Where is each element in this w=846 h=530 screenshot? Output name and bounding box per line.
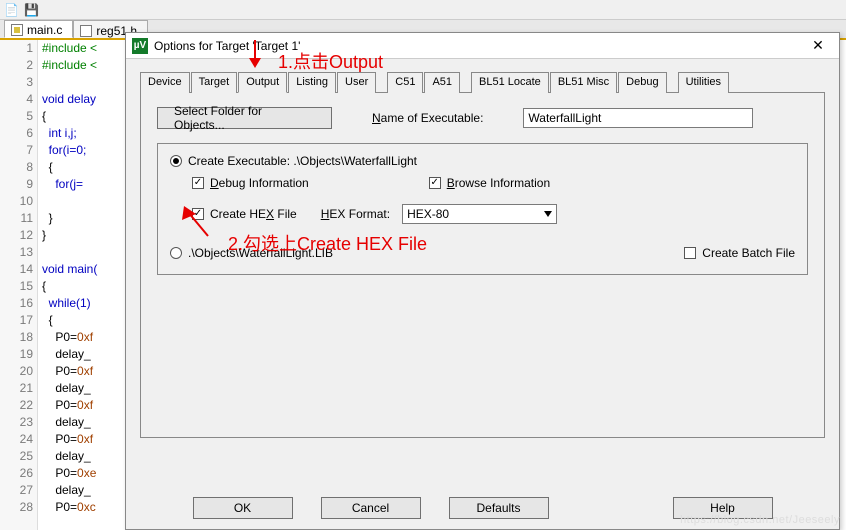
dialog-tab-bl51-misc[interactable]: BL51 Misc [550, 72, 617, 93]
file-tab-label: main.c [27, 23, 62, 37]
file-tab-main-c[interactable]: main.c [4, 20, 73, 38]
dialog-tab-target[interactable]: Target [191, 72, 238, 93]
debug-information-label: Debug Information [210, 176, 309, 190]
create-batch-file-checkbox[interactable] [684, 247, 696, 259]
dialog-tab-a51[interactable]: A51 [424, 72, 460, 93]
dialog-tab-c51[interactable]: C51 [387, 72, 423, 93]
dialog-tab-device[interactable]: Device [140, 72, 190, 93]
dialog-titlebar: µV Options for Target 'Target 1' ✕ [126, 33, 839, 59]
hex-format-value: HEX-80 [407, 207, 449, 221]
dialog-tab-utilities[interactable]: Utilities [678, 72, 729, 93]
chevron-down-icon [544, 211, 552, 217]
options-dialog: µV Options for Target 'Target 1' ✕ Devic… [125, 32, 840, 530]
create-executable-group: Create Executable: .\Objects\WaterfallLi… [157, 143, 808, 275]
keil-icon: µV [132, 38, 148, 54]
dialog-title-text: Options for Target 'Target 1' [154, 39, 300, 53]
hex-format-select[interactable]: HEX-80 [402, 204, 557, 224]
ok-button[interactable]: OK [193, 497, 293, 519]
dialog-tab-user[interactable]: User [337, 72, 376, 93]
line-number-gutter: 1234567891011121314151617181920212223242… [0, 40, 38, 530]
annotation-arrow-2 [178, 204, 212, 240]
create-batch-file-label: Create Batch File [702, 246, 795, 260]
dialog-tab-output[interactable]: Output [238, 72, 287, 93]
dialog-tab-listing[interactable]: Listing [288, 72, 336, 93]
c-file-icon [11, 24, 23, 36]
toolbar-icon[interactable]: 💾 [24, 3, 38, 17]
watermark: https://blog.csdn.net/Jeeseely [680, 514, 840, 526]
create-hex-file-label: Create HEX File [210, 207, 297, 221]
cancel-button[interactable]: Cancel [321, 497, 421, 519]
ide-toolbar: 📄 💾 [0, 0, 846, 20]
create-library-label: .\Objects\WaterfallLight.LIB [188, 246, 333, 260]
defaults-button[interactable]: Defaults [449, 497, 549, 519]
output-tab-pane: Select Folder for Objects... Name of Exe… [140, 93, 825, 438]
browse-information-checkbox[interactable] [429, 177, 441, 189]
create-executable-radio[interactable] [170, 155, 182, 167]
executable-name-input[interactable] [523, 108, 753, 128]
h-file-icon [80, 25, 92, 37]
create-library-radio[interactable] [170, 247, 182, 259]
dialog-tab-debug[interactable]: Debug [618, 72, 666, 93]
debug-information-checkbox[interactable] [192, 177, 204, 189]
select-folder-button[interactable]: Select Folder for Objects... [157, 107, 332, 129]
browse-information-label: Browse Information [447, 176, 550, 190]
annotation-arrow-1 [245, 38, 265, 68]
close-button[interactable]: ✕ [803, 37, 833, 54]
dialog-tab-bl51-locate[interactable]: BL51 Locate [471, 72, 549, 93]
toolbar-icon[interactable]: 📄 [4, 3, 18, 17]
create-executable-label: Create Executable: .\Objects\WaterfallLi… [188, 154, 417, 168]
dialog-tabs-row: DeviceTargetOutputListingUser C51A51 BL51 … [140, 71, 825, 93]
name-of-executable-label: Name of Executable: [372, 111, 483, 125]
hex-format-label: HEX Format: [321, 207, 390, 221]
